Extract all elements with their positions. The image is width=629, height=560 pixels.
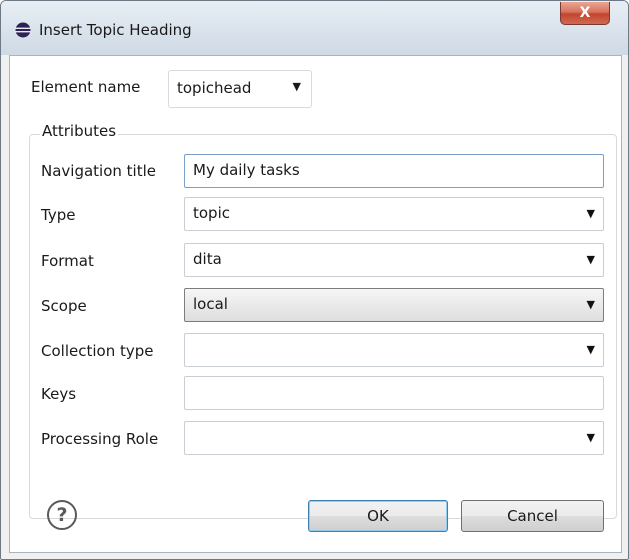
scope-combo[interactable]: local ▼ <box>184 288 604 322</box>
processing-role-label: Processing Role <box>41 430 159 448</box>
navigation-title-value: My daily tasks <box>193 161 300 179</box>
scope-label: Scope <box>41 297 87 315</box>
type-label: Type <box>41 206 76 224</box>
type-value: topic <box>193 204 230 222</box>
keys-label: Keys <box>41 385 77 403</box>
processing-role-combo[interactable]: ▼ <box>184 421 604 455</box>
eclipse-icon <box>15 22 31 38</box>
format-value: dita <box>193 250 222 268</box>
help-glyph: ? <box>56 504 68 526</box>
attributes-group <box>29 134 617 519</box>
title-bar[interactable]: Insert Topic Heading X <box>1 1 628 55</box>
ok-button[interactable]: OK <box>308 500 448 532</box>
collection-type-combo[interactable]: ▼ <box>184 333 604 367</box>
help-icon[interactable]: ? <box>47 500 77 530</box>
dialog-body: Element name topichead ▼ Attributes Navi… <box>9 55 622 553</box>
scope-value: local <box>193 295 228 313</box>
chevron-down-icon: ▼ <box>586 253 595 266</box>
chevron-down-icon: ▼ <box>292 80 301 93</box>
cancel-button[interactable]: Cancel <box>461 500 604 532</box>
chevron-down-icon: ▼ <box>586 207 595 220</box>
keys-input[interactable] <box>184 376 604 410</box>
navigation-title-input[interactable]: My daily tasks <box>184 154 604 188</box>
window-title: Insert Topic Heading <box>39 21 192 39</box>
dialog-window: Insert Topic Heading X Element name topi… <box>0 0 629 560</box>
attributes-group-label: Attributes <box>40 122 119 140</box>
navigation-title-label: Navigation title <box>41 162 156 180</box>
type-combo[interactable]: topic ▼ <box>184 197 604 231</box>
chevron-down-icon: ▼ <box>586 431 595 444</box>
element-name-combo[interactable]: topichead ▼ <box>168 70 312 108</box>
chevron-down-icon: ▼ <box>586 343 595 356</box>
close-button[interactable]: X <box>560 2 610 25</box>
format-combo[interactable]: dita ▼ <box>184 243 604 277</box>
format-label: Format <box>41 252 94 270</box>
element-name-value: topichead <box>177 79 252 97</box>
close-icon: X <box>579 5 591 21</box>
collection-type-label: Collection type <box>41 342 154 360</box>
element-name-label: Element name <box>31 78 141 96</box>
chevron-down-icon: ▼ <box>586 298 595 311</box>
